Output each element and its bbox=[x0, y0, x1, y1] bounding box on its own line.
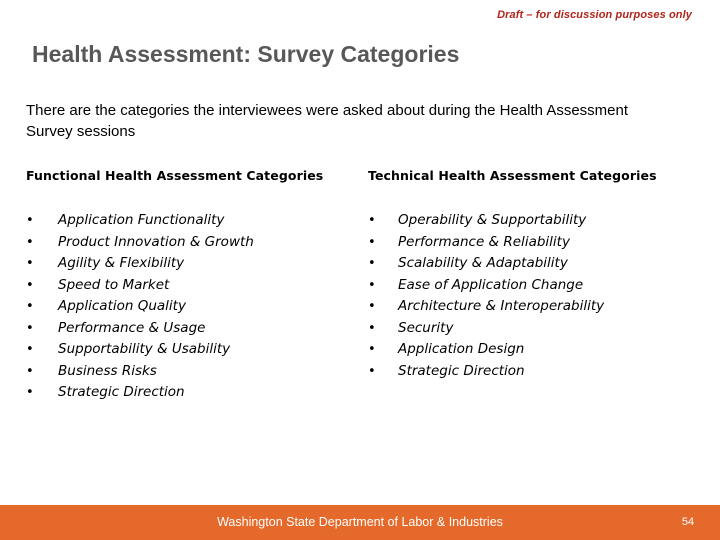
list-item: • Supportability & Usability bbox=[26, 339, 356, 361]
list-item-label: Scalability & Adaptability bbox=[398, 255, 568, 271]
page-title: Health Assessment: Survey Categories bbox=[32, 41, 460, 67]
slide-number: 54 bbox=[681, 516, 695, 528]
list-item: • Application Design bbox=[368, 339, 698, 361]
technical-categories-list: • Operability & Supportability • Performanc… bbox=[368, 210, 698, 382]
list-item-label: Application Functionality bbox=[58, 212, 225, 228]
technical-categories-heading: Technical Health Assessment Categories bbox=[368, 168, 657, 183]
list-item: • Performance & Reliability bbox=[368, 232, 698, 254]
list-item-label: Performance & Reliability bbox=[398, 233, 570, 250]
list-item-label: Architecture & Interoperability bbox=[398, 298, 605, 314]
technical-categories-column: Technical Health Assessment Categories •… bbox=[368, 168, 698, 379]
list-item-label: Business Risks bbox=[58, 362, 157, 379]
list-item-label: Operability & Supportability bbox=[398, 212, 587, 228]
footer-bar: Washington State Department of Labor & I… bbox=[0, 505, 720, 540]
list-item: • Application Functionality bbox=[26, 210, 356, 232]
draft-notice: Draft – for discussion purposes only bbox=[497, 9, 692, 21]
bullet-icon: • bbox=[368, 213, 376, 228]
list-item: • Ease of Application Change bbox=[368, 275, 698, 297]
bullet-icon: • bbox=[368, 320, 376, 336]
bullet-icon: • bbox=[26, 299, 34, 314]
list-item: • Business Risks bbox=[26, 361, 356, 383]
bullet-icon: • bbox=[26, 342, 34, 357]
list-item-label: Performance & Usage bbox=[58, 319, 206, 336]
bullet-icon: • bbox=[26, 213, 34, 228]
bullet-icon: • bbox=[368, 256, 376, 271]
list-item-label: Security bbox=[398, 319, 454, 336]
slide-canvas: Draft – for discussion purposes only Hea… bbox=[0, 0, 720, 540]
list-item: • Speed to Market bbox=[26, 275, 356, 297]
list-item-label: Agility & Flexibility bbox=[58, 255, 185, 271]
list-item-label: Application Design bbox=[398, 341, 525, 357]
list-item: • Operability & Supportability bbox=[368, 210, 698, 232]
bullet-icon: • bbox=[26, 277, 34, 293]
list-item: • Security bbox=[368, 318, 698, 340]
list-item-label: Strategic Direction bbox=[398, 362, 525, 379]
list-item-label: Supportability & Usability bbox=[58, 341, 231, 357]
list-item-label: Application Quality bbox=[58, 298, 186, 314]
functional-categories-heading: Functional Health Assessment Categories bbox=[26, 168, 324, 183]
bullet-icon: • bbox=[26, 320, 34, 336]
footer-organization: Washington State Department of Labor & I… bbox=[217, 515, 503, 529]
list-item-label: Ease of Application Change bbox=[398, 276, 584, 293]
list-item: • Scalability & Adaptability bbox=[368, 253, 698, 275]
bullet-icon: • bbox=[26, 256, 34, 271]
intro-paragraph: There are the categories the interviewee… bbox=[26, 102, 629, 140]
list-item-label: Speed to Market bbox=[58, 276, 170, 293]
bullet-icon: • bbox=[26, 385, 34, 400]
bullet-icon: • bbox=[368, 299, 376, 314]
functional-categories-list: • Application Functionality • Product Innov… bbox=[26, 210, 356, 404]
list-item-label: Strategic Direction bbox=[58, 384, 185, 400]
functional-categories-column: Functional Health Assessment Categories … bbox=[26, 168, 356, 400]
list-item: • Architecture & Interoperability bbox=[368, 296, 698, 318]
bullet-icon: • bbox=[26, 363, 34, 379]
bullet-icon: • bbox=[26, 234, 34, 250]
list-item: • Product Innovation & Growth bbox=[26, 232, 356, 254]
bullet-icon: • bbox=[368, 277, 376, 293]
list-item-label: Product Innovation & Growth bbox=[58, 233, 254, 250]
list-item: • Performance & Usage bbox=[26, 318, 356, 340]
list-item: • Application Quality bbox=[26, 296, 356, 318]
list-item: • Strategic Direction bbox=[26, 382, 356, 404]
bullet-icon: • bbox=[368, 342, 376, 357]
bullet-icon: • bbox=[368, 234, 376, 250]
list-item: • Agility & Flexibility bbox=[26, 253, 356, 275]
list-item: • Strategic Direction bbox=[368, 361, 698, 383]
bullet-icon: • bbox=[368, 363, 376, 379]
